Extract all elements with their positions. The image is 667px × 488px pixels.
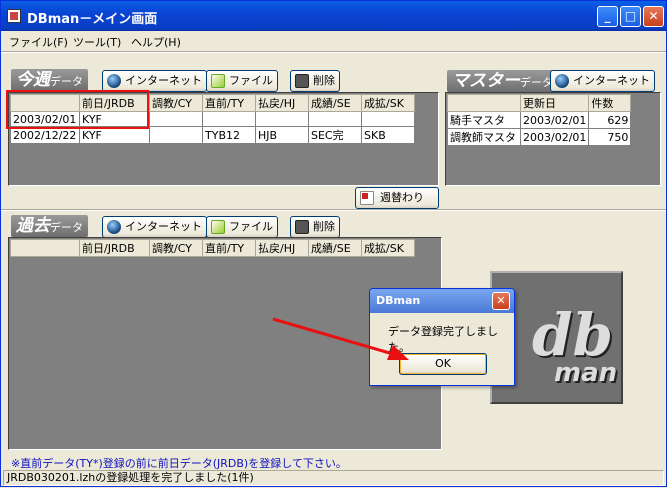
this-week-label: 今週データ: [11, 69, 88, 91]
highlight-box: [6, 90, 149, 129]
file-icon: [211, 220, 225, 234]
trash-icon: [295, 220, 309, 234]
menu-divider: [1, 51, 666, 53]
this-week-delete-label: 削除: [313, 74, 335, 87]
section-divider: [1, 209, 666, 211]
past-file-button[interactable]: ファイル: [206, 216, 278, 238]
dialog-close-button[interactable]: ✕: [492, 292, 510, 310]
table-cell[interactable]: SEC完: [308, 126, 362, 144]
week-change-button[interactable]: 週替わり: [355, 187, 439, 209]
main-window: DBman－メイン画面 _ □ ✕ ファイル(F) ツール(T) ヘルプ(H) …: [0, 0, 667, 487]
title-bar[interactable]: DBman－メイン画面 _ □ ✕: [1, 1, 666, 31]
maximize-button[interactable]: □: [620, 6, 641, 27]
column-header[interactable]: 直前/TY: [202, 239, 256, 257]
globe-icon: [555, 74, 569, 88]
table-cell[interactable]: [149, 111, 203, 127]
master-table[interactable]: 更新日 件数 騎手マスタ 2003/02/01 629 調教師マスタ 2003/…: [447, 94, 632, 146]
table-cell[interactable]: [361, 111, 415, 127]
week-change-label: 週替わり: [380, 191, 424, 204]
table-cell[interactable]: [202, 111, 256, 127]
menu-bar: ファイル(F) ツール(T) ヘルプ(H): [1, 31, 666, 51]
past-file-label: ファイル: [229, 220, 273, 233]
table-cell[interactable]: HJB: [255, 126, 309, 144]
master-internet-button[interactable]: インターネット: [550, 70, 655, 92]
column-header[interactable]: 直前/TY: [202, 94, 256, 112]
message-dialog: DBman ✕ データ登録完了しました。 OK: [369, 288, 515, 386]
trash-icon: [295, 74, 309, 88]
menu-file[interactable]: ファイル(F): [9, 34, 68, 50]
table-header-row: 前日/JRDB 調教/CY 直前/TY 払戻/HJ 成績/SE 成拡/SK: [10, 239, 415, 257]
table-header-row: 更新日 件数: [447, 94, 632, 112]
table-cell[interactable]: TYB12: [202, 126, 256, 144]
table-cell[interactable]: 調教師マスタ: [447, 128, 521, 146]
dialog-ok-button[interactable]: OK: [399, 353, 487, 375]
past-label: 過去データ: [11, 215, 88, 237]
column-header[interactable]: 件数: [588, 94, 632, 112]
table-cell[interactable]: SKB: [361, 126, 415, 144]
column-header[interactable]: 調教/CY: [149, 94, 203, 112]
calendar-icon: [360, 191, 374, 205]
past-label-sub: データ: [50, 221, 83, 234]
column-header[interactable]: 更新日: [519, 94, 590, 112]
table-cell[interactable]: 2002/12/22: [10, 126, 80, 144]
file-icon: [211, 74, 225, 88]
menu-tools[interactable]: ツール(T): [73, 34, 121, 50]
table-cell[interactable]: 2003/02/01: [519, 128, 590, 146]
this-week-label-sub: データ: [50, 75, 83, 88]
table-cell[interactable]: 2003/02/01: [519, 111, 590, 129]
column-header[interactable]: 成績/SE: [308, 94, 362, 112]
dialog-message: データ登録完了しました。: [388, 325, 498, 354]
table-cell[interactable]: [255, 111, 309, 127]
past-table[interactable]: 前日/JRDB 調教/CY 直前/TY 払戻/HJ 成績/SE 成拡/SK: [10, 239, 415, 257]
app-icon[interactable]: [7, 9, 21, 23]
column-header[interactable]: 調教/CY: [149, 239, 203, 257]
column-header[interactable]: 前日/JRDB: [79, 239, 150, 257]
this-week-internet-button[interactable]: インターネット: [102, 70, 207, 92]
globe-icon: [107, 74, 121, 88]
close-button[interactable]: ✕: [643, 6, 664, 27]
this-week-delete-button[interactable]: 削除: [290, 70, 340, 92]
minimize-button[interactable]: _: [597, 6, 618, 27]
past-delete-button[interactable]: 削除: [290, 216, 340, 238]
master-label-sub: データ: [520, 76, 553, 89]
past-label-main: 過去: [16, 216, 50, 236]
status-bar: JRDB030201.lzhの登録処理を完了しました(1件): [3, 470, 664, 486]
master-label-main: マスター: [452, 71, 520, 91]
column-header[interactable]: 成拡/SK: [361, 239, 415, 257]
master-internet-label: インターネット: [573, 74, 650, 87]
column-header[interactable]: 成拡/SK: [361, 94, 415, 112]
past-internet-button[interactable]: インターネット: [102, 216, 207, 238]
logo-text-bottom: man: [554, 358, 618, 388]
master-label: マスターデータ: [447, 70, 558, 92]
window-title: DBman－メイン画面: [27, 12, 158, 27]
table-cell[interactable]: [149, 126, 203, 144]
menu-help[interactable]: ヘルプ(H): [131, 34, 181, 50]
table-cell[interactable]: 750: [588, 128, 632, 146]
table-cell[interactable]: [308, 111, 362, 127]
past-internet-label: インターネット: [125, 220, 202, 233]
column-header[interactable]: 払戻/HJ: [255, 94, 309, 112]
table-cell[interactable]: 629: [588, 111, 632, 129]
table-cell[interactable]: 騎手マスタ: [447, 111, 521, 129]
this-week-internet-label: インターネット: [125, 74, 202, 87]
table-row[interactable]: 2002/12/22 KYF TYB12 HJB SEC完 SKB: [10, 126, 415, 144]
column-header[interactable]: 成績/SE: [308, 239, 362, 257]
column-header[interactable]: [10, 239, 80, 257]
globe-icon: [107, 220, 121, 234]
table-row[interactable]: 調教師マスタ 2003/02/01 750: [447, 128, 632, 146]
instruction-note: ※直前データ(TY*)登録の前に前日データ(JRDB)を登録して下さい。: [11, 457, 347, 470]
this-week-label-main: 今週: [16, 70, 50, 90]
column-header[interactable]: 払戻/HJ: [255, 239, 309, 257]
table-row[interactable]: 騎手マスタ 2003/02/01 629: [447, 111, 632, 129]
this-week-file-button[interactable]: ファイル: [206, 70, 278, 92]
column-header[interactable]: [447, 94, 521, 112]
table-cell[interactable]: KYF: [79, 126, 150, 144]
master-grid[interactable]: 更新日 件数 騎手マスタ 2003/02/01 629 調教師マスタ 2003/…: [445, 92, 661, 186]
past-delete-label: 削除: [313, 220, 335, 233]
this-week-file-label: ファイル: [229, 74, 273, 87]
